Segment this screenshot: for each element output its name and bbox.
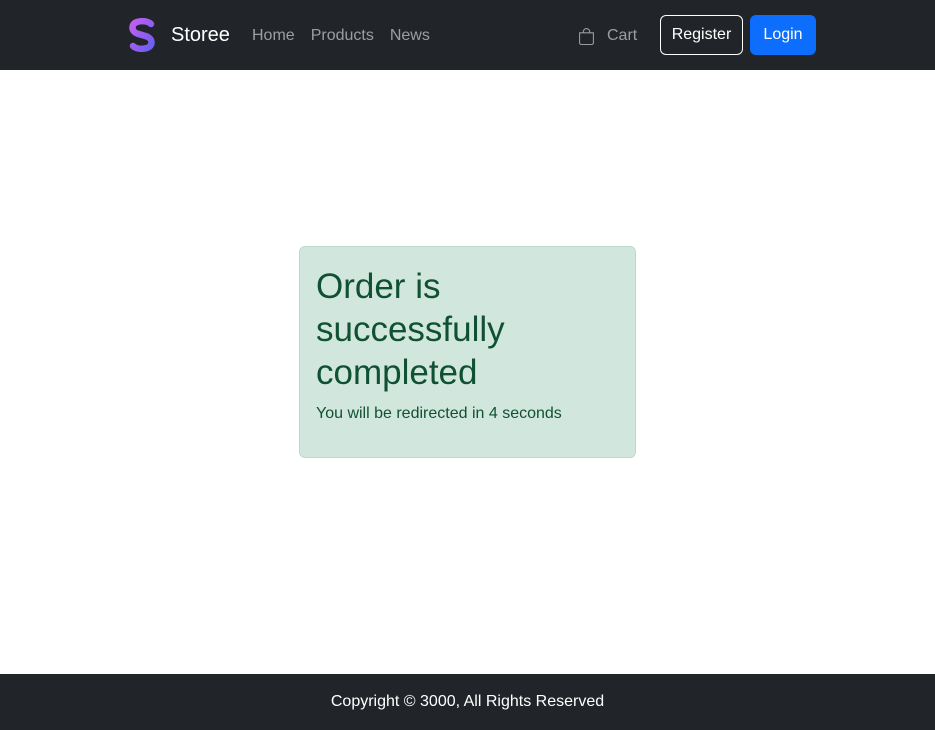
s-logo-icon — [129, 18, 155, 52]
navbar: Storee Home Products News Cart Register … — [0, 0, 935, 70]
nav-links: Home Products News — [252, 24, 446, 48]
brand[interactable]: Storee — [128, 17, 230, 53]
brand-name: Storee — [171, 24, 230, 46]
nav-link-home[interactable]: Home — [252, 24, 295, 48]
cart-label: Cart — [607, 27, 638, 44]
nav-link-news[interactable]: News — [390, 24, 430, 48]
footer: Copyright © 3000, All Rights Reserved — [0, 674, 935, 730]
cart-link[interactable]: Cart — [578, 24, 637, 48]
redirect-message: You will be redirected in 4 seconds — [316, 405, 562, 422]
success-alert: Order is successfully completed You will… — [299, 246, 636, 458]
alert-title: Order is successfully completed — [316, 267, 505, 392]
bag-icon — [579, 27, 594, 45]
register-button[interactable]: Register — [660, 15, 743, 55]
login-button[interactable]: Login — [750, 15, 816, 55]
nav-link-products[interactable]: Products — [311, 24, 374, 48]
copyright-text: Copyright © 3000, All Rights Reserved — [330, 693, 605, 710]
